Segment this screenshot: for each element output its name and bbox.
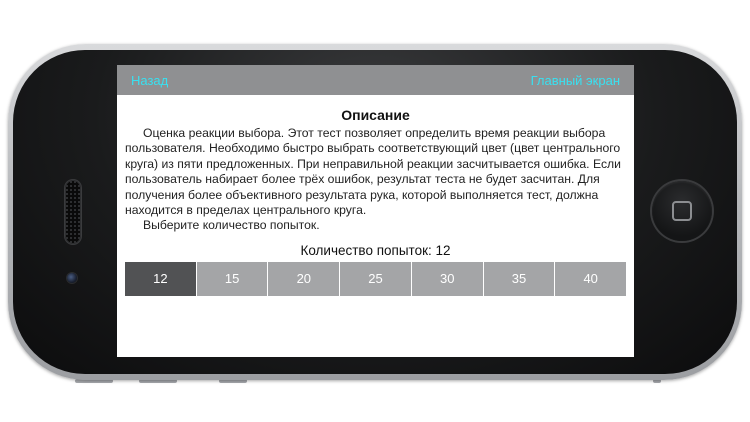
- attempts-count: Количество попыток: 12: [125, 243, 626, 258]
- app-screen: Назад Главный экран Описание Оценка реак…: [117, 65, 634, 357]
- attempts-label: Количество попыток:: [300, 242, 432, 258]
- instruction-text: Выберите количество попыток.: [143, 218, 320, 233]
- attempts-option-20[interactable]: 20: [268, 261, 341, 296]
- description-title: Описание: [341, 107, 410, 123]
- main-screen-button[interactable]: Главный экран: [531, 73, 620, 88]
- attempts-segmented-control: 12 15 20 25 30 35 40: [125, 261, 627, 296]
- stage: Назад Главный экран Описание Оценка реак…: [0, 0, 750, 422]
- description-text: Оценка реакции выбора. Этот тест позволя…: [125, 126, 621, 218]
- attempts-option-35[interactable]: 35: [483, 261, 556, 296]
- front-camera-icon: [67, 273, 77, 283]
- home-button[interactable]: [652, 181, 712, 241]
- back-button[interactable]: Назад: [131, 73, 168, 88]
- attempts-option-30[interactable]: 30: [411, 261, 484, 296]
- content-area: Описание Оценка реакции выбора. Этот тес…: [117, 95, 634, 296]
- attempts-option-12[interactable]: 12: [125, 261, 197, 296]
- speaker-grille-icon: [65, 180, 81, 244]
- navigation-bar: Назад Главный экран: [117, 65, 634, 95]
- attempts-option-25[interactable]: 25: [340, 261, 412, 296]
- home-square-icon: [672, 201, 692, 221]
- attempts-option-15[interactable]: 15: [196, 261, 269, 296]
- attempts-option-40[interactable]: 40: [555, 261, 627, 296]
- attempts-value: 12: [435, 242, 451, 258]
